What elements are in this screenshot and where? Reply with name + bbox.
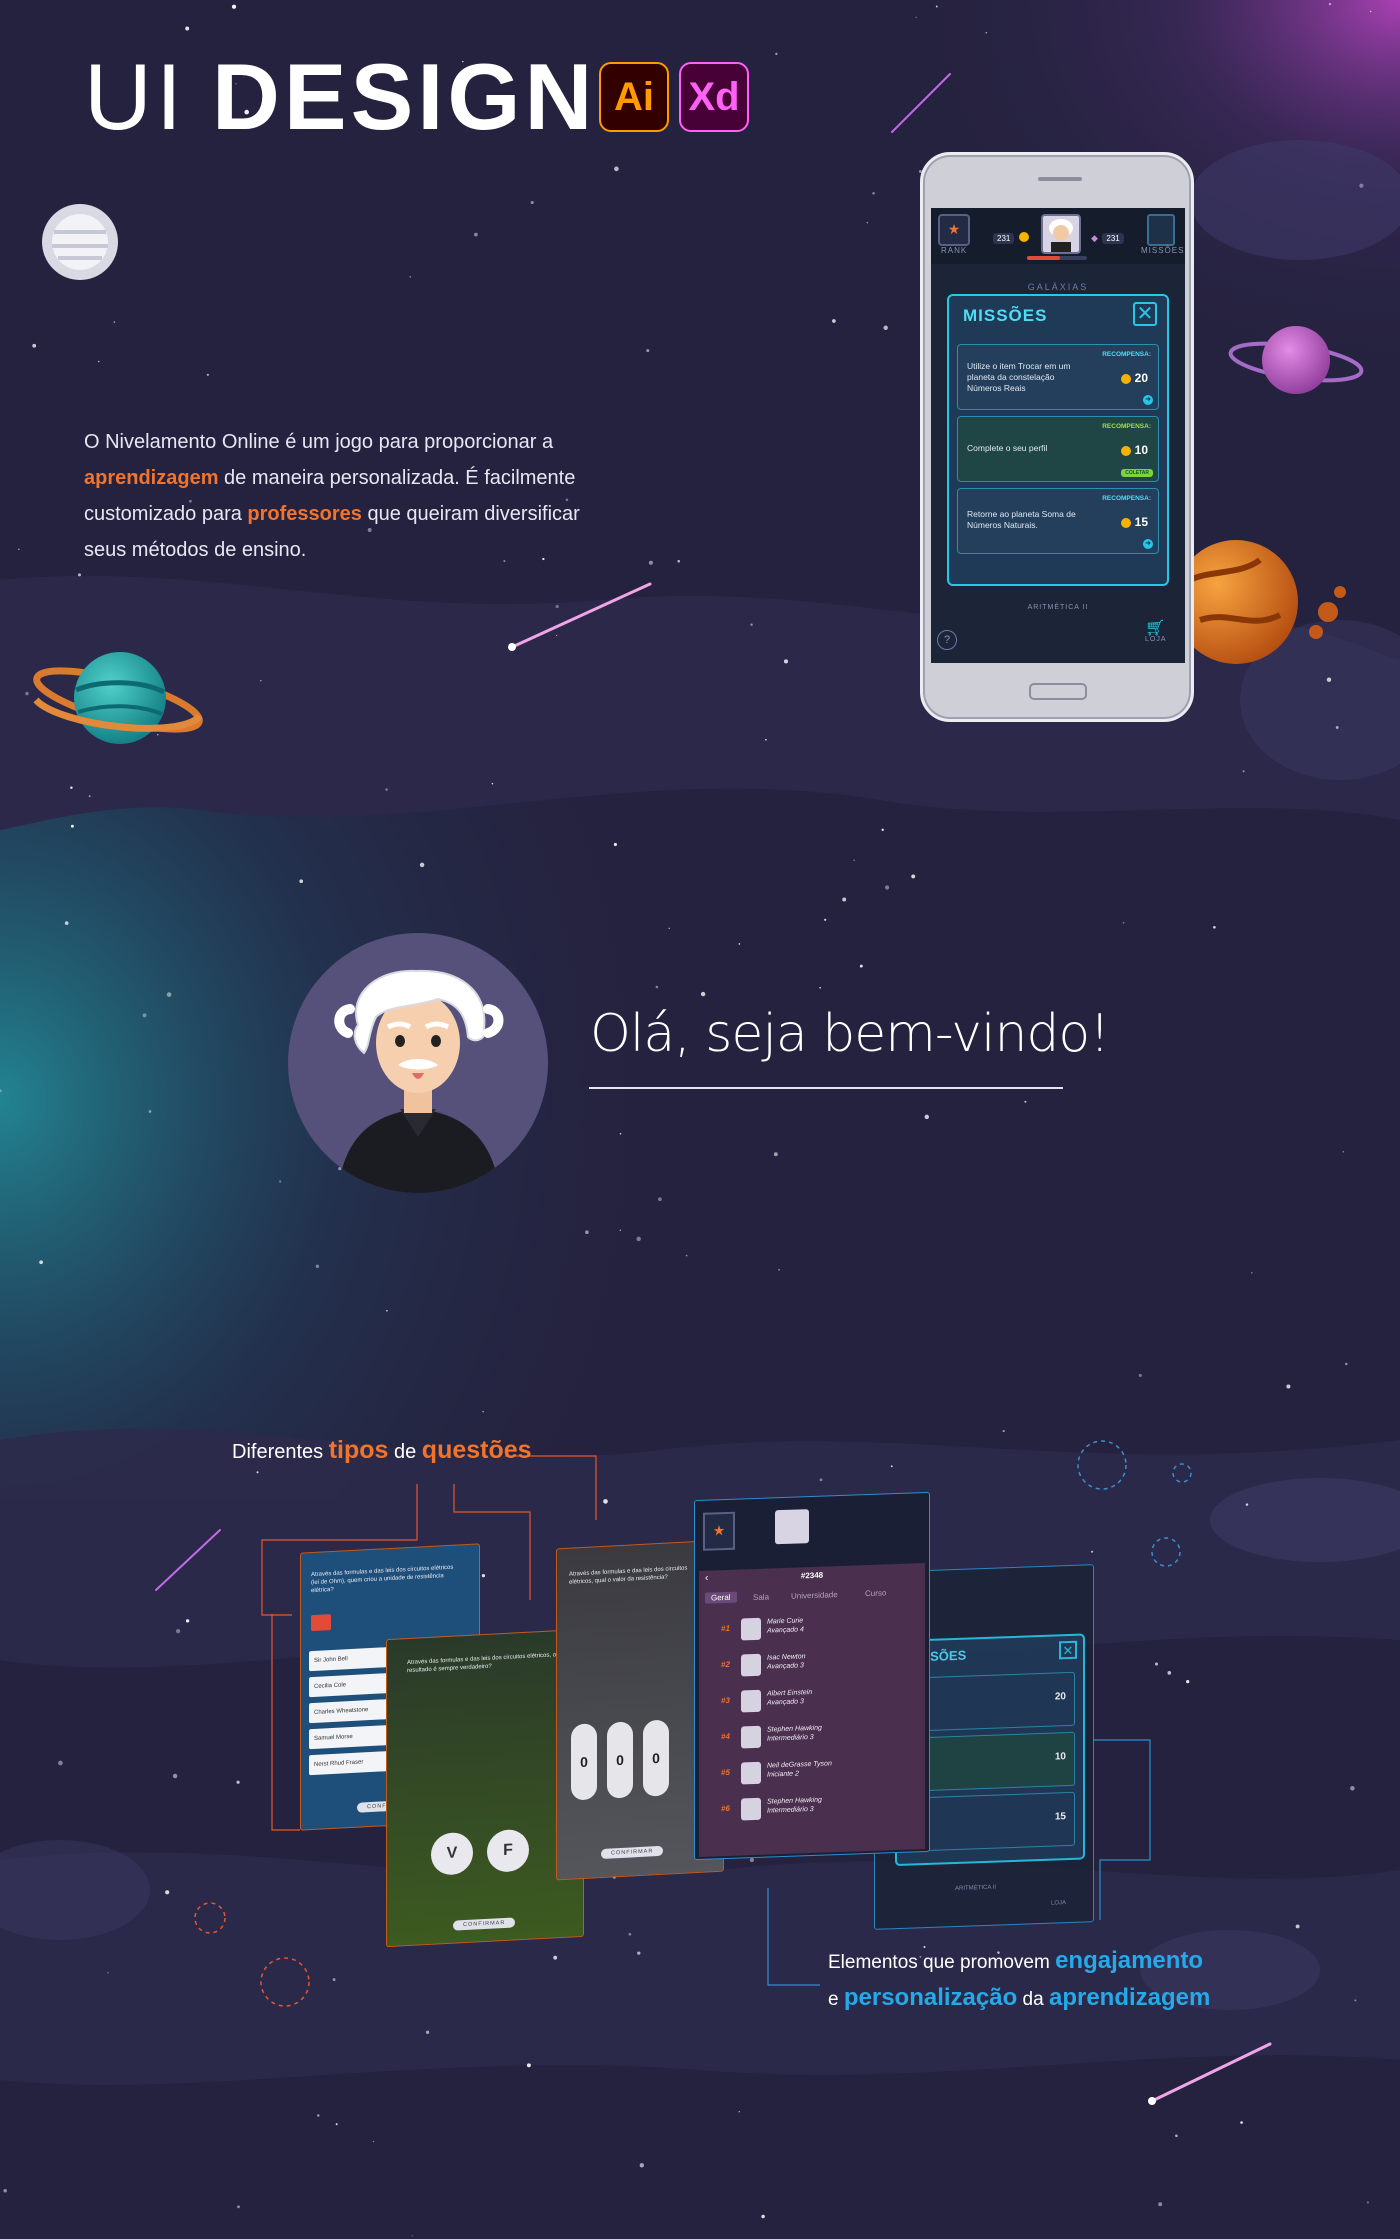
digit-picker[interactable]: 0 xyxy=(643,1719,669,1797)
shop-label: LOJA xyxy=(1145,636,1167,643)
illustrator-icon: Ai xyxy=(599,62,669,132)
confirm-button[interactable]: CONFIRMAR xyxy=(453,1917,516,1931)
avatar xyxy=(741,1725,761,1749)
modal-title: MISSÕES xyxy=(963,306,1048,325)
ranking-row[interactable]: #1 Marie Curie Avançado 4 xyxy=(699,1608,889,1649)
rank-icon[interactable]: ★ xyxy=(938,214,970,246)
tab-universidade[interactable]: Universidade xyxy=(791,1590,838,1601)
highlight-professores: professores xyxy=(247,503,362,525)
reward-label: RECOMPENSA: xyxy=(1102,423,1151,430)
flag-icon[interactable] xyxy=(311,1614,331,1632)
ranking-row[interactable]: #2 Isac Newton Avançado 3 xyxy=(699,1644,889,1685)
tab-sala[interactable]: Sala xyxy=(753,1593,769,1603)
true-false-screen: Através das formulas e das leis dos circ… xyxy=(386,1628,584,1948)
false-button[interactable]: F xyxy=(487,1828,529,1873)
gem-counter: ◆ 231 xyxy=(1091,228,1124,246)
true-button[interactable]: V xyxy=(431,1831,473,1876)
mission-reward: 20 xyxy=(1121,371,1148,385)
mission-text: Utilize o item Trocar em um planeta da c… xyxy=(967,361,1071,393)
mission-text: Complete o seu perfil xyxy=(967,443,1048,453)
avatar xyxy=(741,1797,761,1821)
caption-engagement: Elementos que promovem engajamento e per… xyxy=(828,1947,1211,2011)
mission-reward: 15 xyxy=(1121,515,1148,529)
rank-label: RANK xyxy=(941,246,968,255)
avatar[interactable] xyxy=(775,1509,809,1545)
go-arrow-icon[interactable]: ➜ xyxy=(1143,395,1153,405)
question-text: Através das formulas e das leis dos circ… xyxy=(407,1652,557,1675)
gem-icon: ◆ xyxy=(1091,233,1098,243)
close-icon[interactable]: ✕ xyxy=(1059,1640,1077,1660)
close-button[interactable]: ✕ xyxy=(1133,302,1157,326)
caption-question-types: Diferentes tipos de questões xyxy=(232,1436,532,1464)
coin-icon xyxy=(1121,373,1132,384)
intro-paragraph: O Nivelamento Online é um jogo para prop… xyxy=(84,431,580,561)
game-topbar: ★ RANK 231 ◆ 231 MISSÕES xyxy=(931,208,1185,264)
xd-icon: Xd xyxy=(679,62,749,132)
avatar[interactable] xyxy=(1041,214,1081,254)
back-arrow-icon[interactable]: ‹ xyxy=(705,1573,708,1584)
mission-reward: 10 xyxy=(1121,443,1148,457)
tab-curso[interactable]: Curso xyxy=(865,1588,886,1598)
mission-card[interactable]: Complete o seu perfil RECOMPENSA: 10 COL… xyxy=(957,416,1159,482)
ranking-row[interactable]: #6 Stephen Hawking Intermediário 3 xyxy=(699,1788,889,1829)
ranking-screen: ★ #2348 ‹ Geral Sala Universidade Curso … xyxy=(694,1491,930,1861)
mission-text: Retorne ao planeta Soma de Números Natur… xyxy=(967,509,1076,530)
phone-mockup: ★ RANK 231 ◆ 231 MISSÕES GALÁXIAS MISSÕE… xyxy=(920,152,1194,722)
confirm-button[interactable]: CONFIRMAR xyxy=(601,1845,664,1860)
missions-label: MISSÕES xyxy=(1141,246,1185,255)
rank-icon[interactable]: ★ xyxy=(703,1511,735,1551)
ranking-row[interactable]: #4 Stephen Hawking Intermediário 3 xyxy=(699,1716,889,1757)
collect-button[interactable]: COLETAR xyxy=(1121,469,1153,477)
mission-card[interactable]: Utilize o item Trocar em um planeta da c… xyxy=(957,344,1159,410)
tab-geral[interactable]: Geral xyxy=(705,1591,737,1604)
galaxies-label: GALÁXIAS xyxy=(1027,282,1089,292)
page-title: UI DESIGN xyxy=(84,50,596,144)
close-icon: ✕ xyxy=(1136,303,1154,325)
missions-icon[interactable] xyxy=(1147,214,1175,246)
missions-modal: MISSÕES ✕ Utilize o item Trocar em um pl… xyxy=(947,294,1169,586)
welcome-heading: Olá, seja bem-vindo! xyxy=(590,1004,1110,1064)
question-text: Através das formulas e das leis dos circ… xyxy=(311,1564,454,1595)
highlight-aprendizagem: aprendizagem xyxy=(84,467,219,489)
avatar xyxy=(741,1761,761,1785)
avatar xyxy=(741,1617,761,1641)
einstein-avatar-icon xyxy=(1049,219,1073,252)
coin-icon xyxy=(1121,445,1132,456)
reward-label: RECOMPENSA: xyxy=(1102,351,1151,358)
shop-label: LOJA xyxy=(1051,1900,1067,1907)
help-button[interactable]: ? xyxy=(937,630,957,650)
digit-picker[interactable]: 0 xyxy=(607,1721,633,1799)
avatar xyxy=(741,1653,761,1677)
einstein-avatar xyxy=(288,933,548,1193)
title-bold: DESIGN xyxy=(212,44,597,149)
go-arrow-icon[interactable]: ➜ xyxy=(1143,539,1153,549)
xp-bar xyxy=(1027,256,1087,260)
avatar xyxy=(741,1689,761,1713)
planet-label: ARITMÉTICA II xyxy=(955,1884,997,1893)
ranking-title: #2348 xyxy=(800,1570,824,1581)
welcome-underline xyxy=(589,1087,1063,1089)
home-button xyxy=(1029,683,1087,700)
ranking-row[interactable]: #3 Albert Einstein Avançado 3 xyxy=(699,1680,889,1721)
ranking-row[interactable]: #5 Neil deGrasse Tyson Iniciante 2 xyxy=(699,1752,889,1793)
title-light: UI xyxy=(84,44,186,149)
cart-icon[interactable]: 🛒︎ xyxy=(1145,618,1165,638)
phone-screen: ★ RANK 231 ◆ 231 MISSÕES GALÁXIAS MISSÕE… xyxy=(931,208,1185,663)
coin-counter: 231 xyxy=(993,228,1029,246)
einstein-illustration-icon xyxy=(334,969,504,1193)
reward-label: RECOMPENSA: xyxy=(1102,495,1151,502)
mission-card[interactable]: Retorne ao planeta Soma de Números Natur… xyxy=(957,488,1159,554)
coin-icon xyxy=(1018,231,1029,242)
phone-speaker xyxy=(1038,177,1082,181)
coin-icon xyxy=(1121,517,1132,528)
question-text: Através das formulas e das leis dos circ… xyxy=(569,1565,688,1586)
digit-picker[interactable]: 0 xyxy=(571,1723,597,1801)
planet-label: ARITMÉTICA II xyxy=(1027,604,1089,611)
ranking-panel: #2348 ‹ Geral Sala Universidade Curso #1… xyxy=(699,1563,925,1857)
